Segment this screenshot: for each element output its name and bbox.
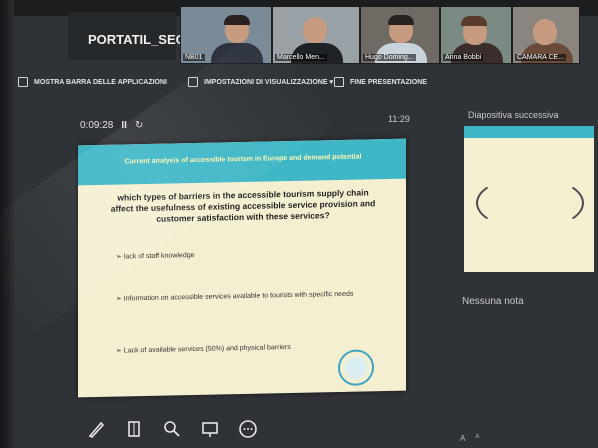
more-icon[interactable]: [238, 419, 258, 439]
monitor-bezel-left: [0, 0, 14, 448]
reset-timer-icon[interactable]: ↻: [135, 120, 143, 131]
participant-tile[interactable]: Anna Bobbi: [440, 6, 512, 64]
screen-icon[interactable]: [200, 419, 220, 439]
presentation-timer: 0:09:28 II ↻: [80, 120, 143, 131]
participant-name: Marcello Men...: [275, 54, 327, 61]
pause-icon[interactable]: II: [121, 120, 127, 131]
elapsed-time: 0:09:28: [80, 120, 114, 131]
participant-name: Anna Bobbi: [443, 54, 484, 61]
display-settings-label: IMPOSTAZIONI DI VISUALIZZAZIONE ▾: [204, 79, 333, 86]
current-time: 11:29: [388, 114, 410, 124]
participants-strip: PORTATIL_SECR... NB01 Marcello Men... Hu…: [64, 4, 584, 64]
participant-name: Hugo Doming...: [363, 54, 416, 61]
current-slide[interactable]: Current analysis of accessible tourism i…: [78, 138, 406, 398]
participant-tile[interactable]: Marcello Men...: [272, 6, 360, 64]
increase-font-button[interactable]: A: [460, 434, 465, 443]
end-presentation-button[interactable]: FINE PRESENTAZIONE: [334, 77, 427, 87]
slide-tools: [86, 414, 258, 444]
display-settings-icon: [188, 77, 198, 87]
pen-icon[interactable]: [86, 419, 106, 439]
own-tile[interactable]: PORTATIL_SECR...: [68, 12, 205, 60]
slide-question: which types of barriers in the accessibl…: [110, 187, 376, 224]
taskbar-label: MOSTRA BARRA DELLE APPLICAZIONI: [34, 78, 167, 86]
notes-empty: Nessuna nota: [462, 296, 524, 307]
slide-bullet: ➢ Lack of available services (50%) and p…: [116, 343, 291, 355]
participant-tile[interactable]: NB01: [180, 6, 272, 64]
taskbar-icon: [18, 77, 28, 87]
end-presentation-label: FINE PRESENTAZIONE: [350, 78, 427, 86]
end-presentation-icon: [334, 77, 344, 87]
participant-name: CAMARA CE...: [515, 54, 567, 61]
presenter-toolbar: MOSTRA BARRA DELLE APPLICAZIONI IMPOSTAZ…: [18, 72, 578, 92]
font-size-controls: A A: [460, 434, 479, 443]
slide-bullet: ➢ lack of staff knowledge: [116, 251, 195, 261]
participant-tile[interactable]: Hugo Doming...: [360, 6, 440, 64]
participant-name: NB01: [183, 54, 205, 61]
participant-tile[interactable]: CAMARA CE...: [512, 6, 580, 64]
slide-bullet: ➢ Information on accessible services ava…: [116, 290, 354, 303]
next-slide-band: [464, 126, 594, 138]
project-logo: [338, 349, 374, 386]
next-slide-label: Diapositiva successiva: [468, 110, 559, 120]
next-slide-cycle-graphic: [476, 176, 584, 230]
decrease-font-button[interactable]: A: [475, 434, 479, 443]
laser-icon[interactable]: [124, 419, 144, 439]
zoom-icon[interactable]: [162, 419, 182, 439]
next-slide-preview[interactable]: [464, 126, 594, 272]
display-settings-button[interactable]: IMPOSTAZIONI DI VISUALIZZAZIONE ▾: [188, 77, 333, 87]
taskbar-button[interactable]: MOSTRA BARRA DELLE APPLICAZIONI: [18, 77, 167, 87]
